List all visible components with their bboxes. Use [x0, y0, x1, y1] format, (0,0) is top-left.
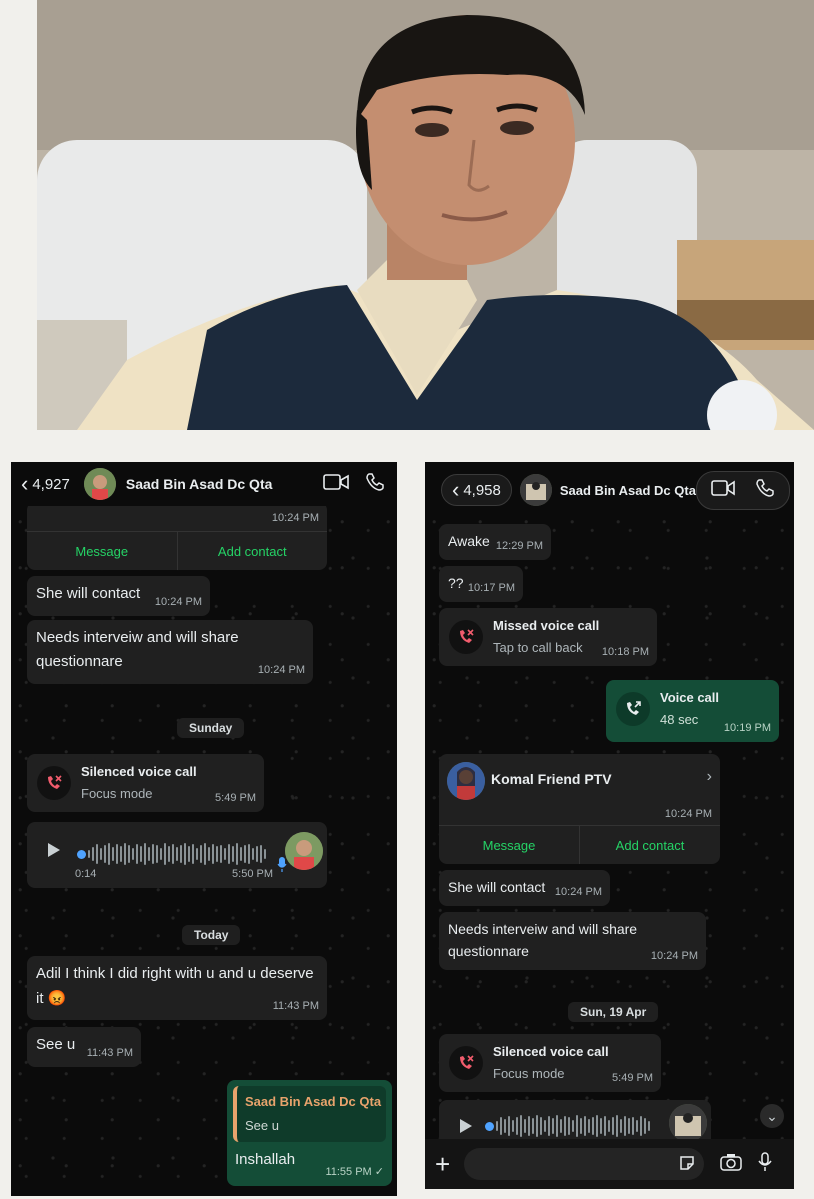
- quoted-text: See u: [245, 1118, 279, 1133]
- contact-card[interactable]: Komal Friend PTV › 10:24 PM Message Add …: [439, 754, 720, 864]
- day-separator: Sunday: [177, 718, 245, 738]
- call-time: 5:49 PM: [215, 792, 256, 805]
- message-text: See u: [36, 1036, 76, 1053]
- unread-count: 4,927: [32, 475, 70, 493]
- message-text: ??: [448, 575, 464, 591]
- call-subtitle: 48 sec: [660, 712, 699, 727]
- message-text: Awake: [448, 533, 490, 549]
- voice-waveform[interactable]: [77, 840, 266, 868]
- camera-icon[interactable]: [720, 1153, 742, 1176]
- day-separator: Sun, 19 Apr: [568, 1002, 659, 1022]
- microphone-icon[interactable]: [758, 1151, 772, 1177]
- silenced-call-icon: [37, 766, 71, 800]
- message-time: 12:29 PM: [495, 540, 543, 553]
- back-button[interactable]: ‹ 4,927: [21, 473, 70, 495]
- plus-icon[interactable]: +: [435, 1149, 450, 1180]
- voice-duration: 0:14: [75, 868, 97, 881]
- scroll-down-icon[interactable]: ⌄: [760, 1104, 784, 1128]
- message-text: She will contact: [448, 879, 546, 895]
- message-input[interactable]: [464, 1148, 705, 1180]
- message-time: 10:17 PM: [467, 582, 515, 595]
- call-time: 10:18 PM: [601, 646, 649, 659]
- outgoing-call-icon: [616, 692, 650, 726]
- message-bubble: She will contact 10:24 PM: [439, 870, 610, 906]
- message-text: Inshallah: [235, 1151, 296, 1168]
- message-time: 11:55 PM ✓: [325, 1166, 384, 1179]
- chevron-left-icon: ‹: [21, 471, 29, 496]
- quoted-message[interactable]: Saad Bin Asad Dc Qta See u: [233, 1086, 386, 1142]
- silenced-call-bubble[interactable]: Silenced voice call Focus mode 5:49 PM: [27, 754, 264, 812]
- phone-call-icon[interactable]: [755, 478, 775, 503]
- video-call-icon[interactable]: [323, 473, 349, 496]
- card-message-button[interactable]: Message: [439, 826, 579, 864]
- silenced-call-bubble[interactable]: Silenced voice call Focus mode 5:49 PM: [439, 1034, 661, 1092]
- news-photo: [37, 0, 814, 430]
- chat-header: ‹ 4,958 Saad Bin Asad Dc Qta: [425, 462, 794, 518]
- message-bubble: Needs interveiw and will share questionn…: [439, 912, 706, 970]
- mic-icon: [277, 856, 287, 880]
- chat-header: ‹ 4,927 Saad Bin Asad Dc Qta: [11, 462, 397, 506]
- message-time: 10:24 PM: [554, 886, 602, 899]
- message-text: Needs interveiw and will share questionn…: [36, 629, 239, 670]
- left-chat-screenshot: ‹ 4,927 Saad Bin Asad Dc Qta 10:24 PM Me…: [11, 462, 397, 1196]
- message-bubble: See u 11:43 PM: [27, 1027, 141, 1067]
- chevron-right-icon: ›: [706, 768, 712, 785]
- message-bubble: Adil I think I did right with u and u de…: [27, 956, 327, 1020]
- voice-call-bubble[interactable]: Voice call 48 sec 10:19 PM: [606, 680, 779, 742]
- message-text: Needs interveiw and will share questionn…: [448, 921, 638, 960]
- contact-name[interactable]: Saad Bin Asad Dc Qta: [560, 483, 696, 498]
- card-time: 10:24 PM: [271, 512, 319, 524]
- right-chat-screenshot: ‹ 4,958 Saad Bin Asad Dc Qta Awake 12:29…: [425, 462, 794, 1189]
- unread-count: 4,958: [463, 481, 501, 499]
- card-message-button[interactable]: Message: [27, 532, 177, 570]
- call-subtitle: Focus mode: [81, 786, 153, 801]
- call-subtitle: Focus mode: [493, 1066, 565, 1081]
- call-time: 10:19 PM: [723, 722, 771, 735]
- card-add-contact-button[interactable]: Add contact: [579, 826, 720, 864]
- voice-avatar: [285, 832, 323, 870]
- message-time: 10:24 PM: [257, 664, 305, 677]
- avatar[interactable]: [519, 474, 552, 506]
- message-bubble: Awake 12:29 PM: [439, 524, 551, 560]
- message-time: 10:24 PM: [154, 596, 202, 609]
- contact-card-name: Komal Friend PTV: [491, 771, 612, 787]
- contact-card: 10:24 PM Message Add contact: [27, 502, 327, 570]
- message-text: She will contact: [36, 585, 141, 602]
- voice-avatar: [669, 1104, 707, 1142]
- call-time: 5:49 PM: [612, 1072, 653, 1085]
- missed-call-icon: [449, 620, 483, 654]
- voice-waveform[interactable]: [485, 1114, 650, 1138]
- voice-note-bubble: 0:14 5:50 PM: [27, 822, 327, 888]
- phone-call-icon[interactable]: [365, 472, 385, 497]
- message-time: 10:24 PM: [650, 950, 698, 963]
- contact-name[interactable]: Saad Bin Asad Dc Qta: [126, 476, 273, 492]
- contact-card-avatar: [447, 762, 485, 800]
- chevron-left-icon: ‹: [452, 477, 460, 502]
- voice-time: 5:50 PM: [232, 868, 273, 881]
- call-subtitle: Tap to call back: [493, 640, 583, 655]
- avatar[interactable]: [83, 468, 116, 500]
- message-time: 11:43 PM: [272, 1000, 319, 1013]
- message-bubble: Needs interveiw and will share questionn…: [27, 620, 313, 684]
- call-actions: [695, 470, 790, 510]
- video-call-icon[interactable]: [711, 479, 735, 501]
- sticker-icon[interactable]: [678, 1154, 696, 1177]
- play-icon[interactable]: [47, 842, 61, 866]
- card-time: 10:24 PM: [664, 808, 712, 820]
- call-title: Missed voice call: [493, 618, 600, 633]
- back-button[interactable]: ‹ 4,958: [441, 474, 512, 506]
- composer-bar: +: [425, 1139, 794, 1189]
- call-title: Voice call: [660, 690, 720, 705]
- quoted-name: Saad Bin Asad Dc Qta: [245, 1094, 382, 1109]
- missed-call-bubble[interactable]: Missed voice call Tap to call back 10:18…: [439, 608, 657, 666]
- day-separator: Today: [182, 925, 241, 945]
- call-title: Silenced voice call: [493, 1044, 609, 1059]
- silenced-call-icon: [449, 1046, 483, 1080]
- call-title: Silenced voice call: [81, 764, 197, 779]
- message-bubble: ?? 10:17 PM: [439, 566, 523, 602]
- card-add-contact-button[interactable]: Add contact: [176, 532, 328, 570]
- reply-bubble: Saad Bin Asad Dc Qta See u Inshallah 11:…: [227, 1080, 392, 1186]
- message-time: 11:43 PM: [86, 1047, 133, 1060]
- message-bubble: She will contact 10:24 PM: [27, 576, 210, 616]
